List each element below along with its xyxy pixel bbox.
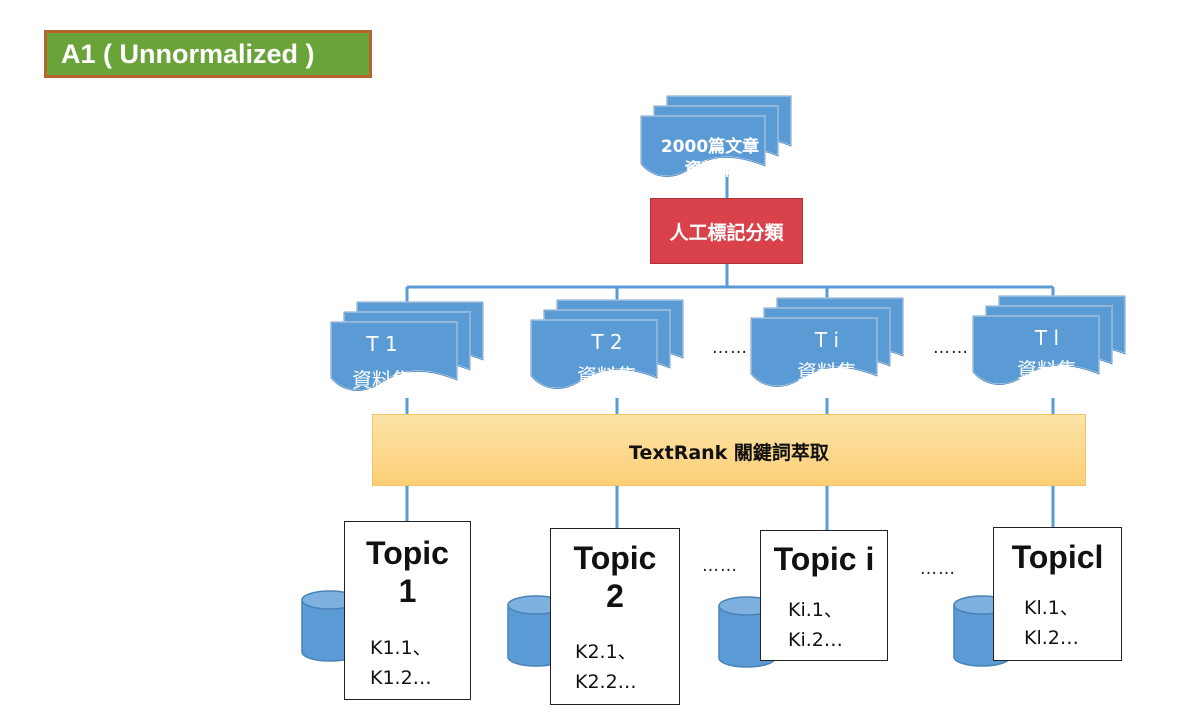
dataset-ti-sub: 資料集	[797, 360, 857, 384]
dataset-ellipsis-1: ……	[712, 338, 748, 358]
topic-i-title: Topic i	[773, 541, 875, 577]
topic-ellipsis-2: ……	[920, 559, 956, 579]
dataset-ti-label: T i	[814, 328, 840, 352]
classification-step-label: 人工標記分類	[669, 222, 784, 244]
topic-1-number: 1	[398, 573, 417, 609]
topic-i-keyword-1: Ki.1、	[788, 599, 843, 621]
topic-1-keyword-2: K1.2…	[370, 667, 432, 689]
topic-2-keyword-2: K2.2…	[575, 671, 637, 693]
topic-l-title: Topicl	[1011, 539, 1104, 575]
dataset-t1-sub: 資料集	[352, 368, 412, 392]
extraction-step-label: TextRank 關鍵詞萃取	[629, 442, 829, 464]
topic-i-keyword-2: Ki.2…	[788, 629, 843, 651]
topic-l-keyword-1: Kl.1、	[1024, 597, 1079, 619]
dataset-t1-label: T 1	[366, 332, 398, 356]
dataset-t2-label: T 2	[591, 330, 623, 354]
dataset-t2-sub: 資料集	[577, 364, 637, 388]
dataset-tl-label: T l	[1034, 326, 1060, 350]
source-dataset-line2: 資料集	[684, 160, 736, 180]
source-dataset-line1: 2000篇文章	[660, 137, 760, 157]
topic-ellipsis-1: ……	[702, 556, 738, 576]
topic-2-keyword-1: K2.1、	[575, 641, 637, 663]
dataset-ellipsis-2: ……	[933, 338, 969, 358]
topic-1-title: Topic	[366, 535, 449, 571]
topic-l-keyword-2: Kl.2…	[1024, 627, 1079, 649]
topic-2-title: Topic	[573, 540, 657, 576]
topic-1-keyword-1: K1.1、	[370, 637, 432, 659]
topic-2-number: 2	[606, 578, 624, 614]
dataset-tl-sub: 資料集	[1017, 358, 1077, 382]
